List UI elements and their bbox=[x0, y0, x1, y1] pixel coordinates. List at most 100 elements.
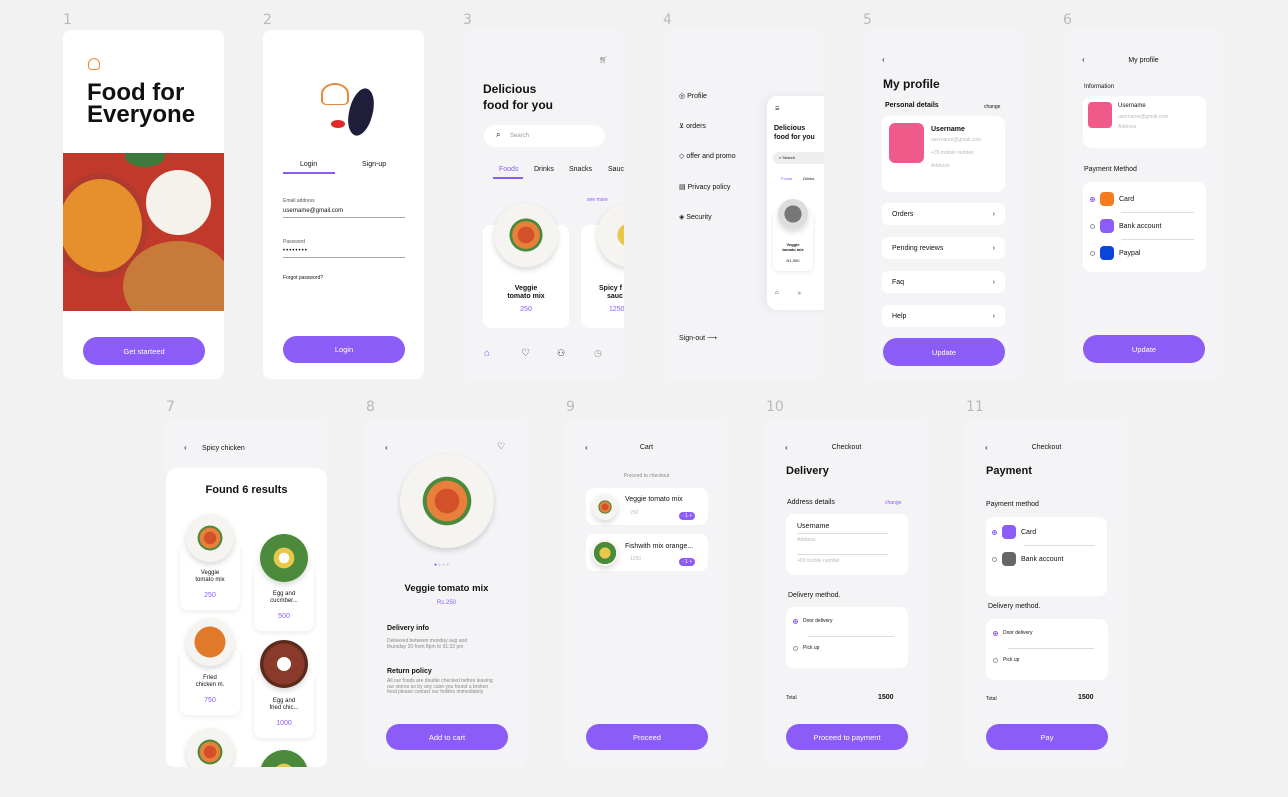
update-button[interactable]: Update bbox=[883, 338, 1005, 366]
option-door-delivery[interactable]: Door delivery bbox=[993, 630, 1032, 636]
history-nav-icon[interactable]: ◷ bbox=[594, 348, 602, 359]
cart-icon: ⊻ bbox=[679, 123, 685, 130]
option-pick-up[interactable]: Pick up bbox=[793, 645, 819, 651]
page-title: My profile bbox=[1128, 57, 1159, 64]
signout-link[interactable]: Sign-out ⟶ bbox=[679, 334, 717, 342]
orders-row[interactable]: Orders › bbox=[882, 203, 1005, 225]
tab-snacks[interactable]: Snacks bbox=[569, 166, 592, 173]
change-link[interactable]: change bbox=[984, 104, 1000, 110]
personal-card: Username username@gmail.com +35 mobile n… bbox=[882, 116, 1005, 192]
page-title: Checkout bbox=[831, 444, 862, 451]
pay-button[interactable]: Pay bbox=[986, 724, 1108, 750]
see-more-link[interactable]: see more bbox=[587, 197, 608, 203]
tab-login[interactable]: Login bbox=[300, 161, 317, 168]
update-button[interactable]: Update bbox=[1083, 335, 1205, 363]
address-card: Username Address +00 mobile number bbox=[786, 514, 908, 575]
total-value: 1500 bbox=[1078, 694, 1094, 701]
user-nav-icon[interactable]: ⚇ bbox=[557, 348, 565, 359]
screen-profile: ‹ My profile Personal details change Use… bbox=[863, 30, 1024, 379]
food-price: 1250 bbox=[609, 306, 624, 313]
payment-option-paypal[interactable]: Paypal bbox=[1090, 246, 1140, 260]
login-button[interactable]: Login bbox=[283, 336, 405, 363]
avatar bbox=[889, 123, 924, 163]
food-plate-image bbox=[592, 540, 618, 566]
chevron-right-icon: › bbox=[992, 210, 995, 218]
info-card: Username username@gmail.com Address bbox=[1083, 96, 1206, 148]
change-link[interactable]: change bbox=[885, 500, 901, 506]
section-heading: Payment bbox=[986, 465, 1032, 477]
payment-option-bank[interactable]: Bank account bbox=[1090, 219, 1161, 233]
quantity-stepper[interactable]: - 1 + bbox=[679, 512, 696, 520]
quantity-stepper[interactable]: - 1 + bbox=[679, 558, 696, 566]
page-title: My profile bbox=[883, 77, 940, 91]
payment-card: Card Bank account Paypal bbox=[1083, 182, 1206, 272]
welcome-title: Food for Everyone bbox=[87, 79, 196, 128]
proceed-button[interactable]: Proceed bbox=[586, 724, 708, 750]
section-title: Information bbox=[1084, 84, 1115, 90]
back-icon[interactable]: ‹ bbox=[882, 55, 885, 64]
tab-indicator bbox=[283, 172, 335, 174]
home-nav-icon[interactable]: ⌂ bbox=[484, 348, 490, 359]
section-title: Personal details bbox=[885, 102, 939, 109]
cart-item: Fishwith mix orange... 1250 - 1 + bbox=[586, 534, 708, 571]
delivery-method-card: Door delivery Pick up bbox=[786, 607, 908, 668]
menu-item-privacy[interactable]: ▤ Privacy policy bbox=[679, 183, 730, 191]
results-panel: Found 6 results Veggie tomato mix 250 Egg… bbox=[166, 468, 327, 767]
email-field[interactable]: username@gmail.com bbox=[283, 208, 405, 218]
page-title: Spicy chicken bbox=[202, 445, 245, 452]
password-field[interactable]: •••••••• bbox=[283, 248, 405, 258]
results-count: Found 6 results bbox=[205, 484, 288, 496]
food-plate-image bbox=[400, 454, 494, 548]
menu-item-offers[interactable]: ◇ offer and promo bbox=[679, 152, 736, 160]
chevron-right-icon: › bbox=[992, 312, 995, 320]
home-preview: ☰ Delicious food for you ⌕ Search Foods D… bbox=[767, 96, 824, 310]
menu-item-security[interactable]: ◈ Security bbox=[679, 213, 712, 221]
payment-option-card[interactable]: Card bbox=[1090, 192, 1134, 206]
food-plate-image bbox=[260, 640, 308, 688]
pending-reviews-row[interactable]: Pending reviews › bbox=[882, 237, 1005, 259]
add-to-cart-button[interactable]: Add to cart bbox=[386, 724, 508, 750]
forgot-password-link[interactable]: Forgot password? bbox=[283, 275, 323, 281]
carousel-dots[interactable]: ●●●● bbox=[434, 562, 450, 568]
chef-logo-icon bbox=[88, 58, 100, 70]
option-door-delivery[interactable]: Door delivery bbox=[793, 618, 832, 624]
screen-checkout-delivery: ‹ Checkout Delivery Address details chan… bbox=[766, 418, 927, 767]
help-row[interactable]: Help › bbox=[882, 305, 1005, 327]
faq-row[interactable]: Faq › bbox=[882, 271, 1005, 293]
food-plate-image bbox=[186, 514, 234, 562]
paypal-icon bbox=[1100, 246, 1114, 260]
total-value: 1500 bbox=[878, 694, 894, 701]
tab-signup[interactable]: Sign-up bbox=[362, 161, 386, 168]
tab-drinks[interactable]: Drinks bbox=[534, 166, 554, 173]
menu-item-orders[interactable]: ⊻ orders bbox=[679, 122, 706, 130]
get-started-button[interactable]: Get starteed bbox=[83, 337, 205, 365]
hamburger-icon: ☰ bbox=[775, 106, 780, 112]
food-plate-image bbox=[494, 203, 558, 267]
screen-number: 7 bbox=[166, 399, 175, 415]
tab-indicator bbox=[493, 177, 523, 179]
food-price: 250 bbox=[520, 306, 532, 313]
tab-foods[interactable]: Foods bbox=[499, 166, 518, 173]
menu-item-profile[interactable]: ◎ Profile bbox=[679, 92, 707, 100]
shield-icon: ◈ bbox=[679, 214, 685, 221]
screen-number: 11 bbox=[966, 399, 984, 415]
heart-nav-icon[interactable]: ♡ bbox=[521, 348, 530, 359]
payment-option-bank[interactable]: Bank account bbox=[992, 552, 1063, 566]
total-label: Total bbox=[986, 696, 997, 702]
screen-cart: ‹ Cart Proceed to checkout Veggie tomato… bbox=[566, 418, 727, 767]
cart-icon[interactable]: 🛒︎ bbox=[599, 56, 608, 64]
food-plate-image bbox=[592, 494, 618, 520]
section-heading: Delivery bbox=[786, 465, 829, 477]
screen-menu: ◎ Profile ⊻ orders ◇ offer and promo ▤ P… bbox=[663, 30, 824, 379]
back-icon[interactable]: ‹ bbox=[385, 443, 388, 452]
back-icon[interactable]: ‹ bbox=[184, 443, 187, 452]
screen-number: 8 bbox=[366, 399, 375, 415]
option-pick-up[interactable]: Pick up bbox=[993, 657, 1019, 663]
tab-sauce[interactable]: Sauc bbox=[608, 166, 624, 173]
heart-icon[interactable]: ♡ bbox=[497, 441, 505, 452]
avatar bbox=[1088, 102, 1112, 128]
search-input[interactable]: ⌕ Search bbox=[484, 125, 605, 147]
payment-option-card[interactable]: Card bbox=[992, 525, 1036, 539]
proceed-to-payment-button[interactable]: Proceed to payment bbox=[786, 724, 908, 750]
email-label: Email address bbox=[283, 198, 315, 204]
